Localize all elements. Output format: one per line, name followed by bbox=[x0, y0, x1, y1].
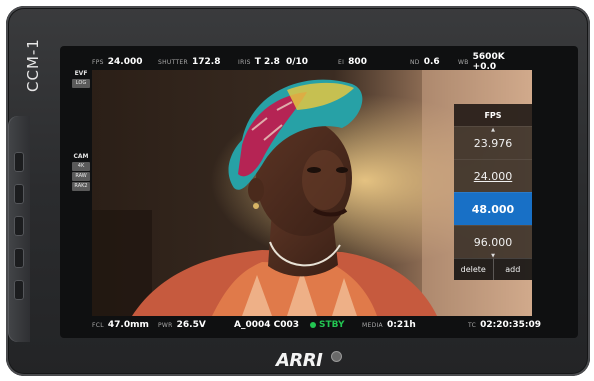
iris-extra: 0/10 bbox=[285, 57, 309, 67]
scroll-up-icon[interactable]: ▲ bbox=[454, 127, 532, 133]
fps-menu-title: FPS bbox=[454, 104, 532, 126]
iris-label: IRIS bbox=[238, 58, 251, 66]
media-value: 0:21h bbox=[386, 320, 416, 330]
brand-badge-icon bbox=[331, 351, 342, 362]
fps-option-48000[interactable]: 48.000 bbox=[454, 192, 532, 225]
wb-readout[interactable]: WB 5600K +0.0 bbox=[458, 52, 530, 72]
model-label: CCM-1 bbox=[24, 38, 42, 92]
fps-option-24000[interactable]: 24.000 bbox=[454, 159, 532, 192]
side-button-5[interactable] bbox=[14, 280, 24, 300]
cam-tag-raw: RAW bbox=[72, 172, 90, 181]
clip-value: A_0004 C003 bbox=[234, 320, 300, 330]
timecode-readout[interactable]: TC 02:20:35:09 bbox=[468, 320, 541, 330]
fps-value: 24.000 bbox=[107, 57, 143, 67]
side-button-rail bbox=[8, 116, 30, 342]
evf-title: EVF bbox=[74, 70, 88, 77]
fps-label: FPS bbox=[92, 58, 104, 66]
fcl-value: 47.0mm bbox=[107, 320, 149, 330]
pwr-label: PWR bbox=[158, 321, 173, 329]
iris-value: T 2.8 bbox=[254, 57, 280, 67]
record-state[interactable]: STBY bbox=[310, 320, 345, 330]
media-label: MEDIA bbox=[362, 321, 383, 329]
media-readout[interactable]: MEDIA 0:21h bbox=[362, 320, 416, 330]
shutter-label: SHUTTER bbox=[158, 58, 188, 66]
left-status-panel: EVF LOG CAM 4K RAW RAK2 bbox=[72, 70, 90, 192]
iris-readout[interactable]: IRIS T 2.8 0/10 bbox=[238, 57, 308, 67]
nd-readout[interactable]: ND 0.6 bbox=[410, 57, 440, 67]
bottom-status-bar: FCL 47.0mm PWR 26.5V A_0004 C003 STBY ME… bbox=[88, 317, 541, 333]
cam-tag-rak2: RAK2 bbox=[72, 182, 90, 191]
status-dot-icon bbox=[310, 322, 316, 328]
evf-tag-log: LOG bbox=[72, 79, 90, 88]
ei-label: EI bbox=[338, 58, 345, 66]
cam-tag-4k: 4K bbox=[72, 162, 90, 171]
fps-readout[interactable]: FPS 24.000 bbox=[92, 57, 143, 67]
side-button-2[interactable] bbox=[14, 184, 24, 204]
fps-menu: FPS ▲ 23.976 24.000 48.000 96.000 ▼ dele… bbox=[454, 104, 532, 280]
side-button-4[interactable] bbox=[14, 248, 24, 268]
nd-label: ND bbox=[410, 58, 420, 66]
shutter-readout[interactable]: SHUTTER 172.8 bbox=[158, 57, 220, 67]
record-state-value: STBY bbox=[319, 320, 345, 330]
wb-value: 5600K +0.0 bbox=[472, 52, 505, 72]
side-button-3[interactable] bbox=[14, 216, 24, 236]
cam-title: CAM bbox=[73, 153, 89, 160]
add-button[interactable]: add bbox=[492, 258, 532, 280]
brand-logo: ARRI bbox=[276, 350, 323, 371]
fcl-label: FCL bbox=[92, 321, 104, 329]
ei-readout[interactable]: EI 800 bbox=[338, 57, 367, 67]
fps-menu-actions: delete add bbox=[454, 258, 532, 280]
clip-readout[interactable]: A_0004 C003 bbox=[234, 320, 299, 330]
side-button-1[interactable] bbox=[14, 152, 24, 172]
top-status-bar: FPS 24.000 SHUTTER 172.8 IRIS T 2.8 0/10… bbox=[88, 52, 530, 72]
shutter-value: 172.8 bbox=[192, 57, 221, 67]
fcl-readout[interactable]: FCL 47.0mm bbox=[92, 320, 149, 330]
ei-value: 800 bbox=[348, 57, 367, 67]
pwr-value: 26.5V bbox=[176, 320, 206, 330]
pwr-readout[interactable]: PWR 26.5V bbox=[158, 320, 206, 330]
wb-label: WB bbox=[458, 58, 469, 66]
delete-button[interactable]: delete bbox=[454, 258, 493, 280]
timecode-label: TC bbox=[468, 321, 477, 329]
nd-value: 0.6 bbox=[423, 57, 440, 67]
timecode-value: 02:20:35:09 bbox=[480, 320, 542, 330]
